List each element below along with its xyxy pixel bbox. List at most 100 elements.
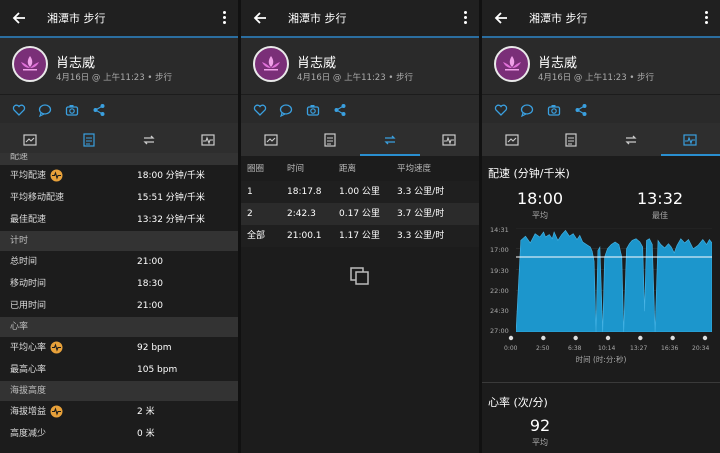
x-axis-dots [508,335,708,341]
overflow-menu-icon[interactable] [705,11,708,26]
charts-icon [683,133,697,146]
pace-chart[interactable] [516,228,712,332]
x-axis-dot [573,335,578,341]
row-label: 最高心率 [10,365,47,375]
heart-icon[interactable] [12,102,26,116]
x-axis-dot [541,335,546,341]
x-axis-dot [638,335,643,341]
overflow-menu-icon[interactable] [464,11,467,26]
heart-icon[interactable] [494,102,508,116]
col-header: 圈圈 [247,164,265,174]
top-bar: 湘潭市 步行 [482,0,720,38]
tab-stats[interactable] [542,123,602,156]
laps-panel: 湘潭市 步行 肖志威 4月16日 @ 上午11:23 • 步行 圈圈 时间 距离… [241,0,479,453]
row-value: 15:51 分钟/千米 [137,193,205,203]
y-tick: 19:30 [490,267,509,275]
x-axis-dot [508,335,514,341]
x-tick: 20:34 [692,345,710,352]
user-name: 肖志威 [56,56,96,71]
tab-charts[interactable] [420,123,480,156]
heart-icon[interactable] [253,102,267,116]
best-pace-label: 最佳 [652,211,668,220]
comment-icon[interactable] [279,102,293,118]
pace-area-series [516,229,712,332]
rotate-screen-icon[interactable] [349,266,371,286]
row-value: 18:00 分钟/千米 [137,171,205,181]
tab-charts[interactable] [660,123,720,156]
row-label: 移动时间 [10,279,47,289]
tab-stats[interactable] [59,123,120,156]
hr-section-header: 心率 [0,317,238,337]
overflow-menu-icon[interactable] [223,11,226,26]
camera-icon[interactable] [65,102,79,116]
col-header: 时间 [287,164,305,174]
comment-icon[interactable] [38,102,52,118]
cell: 21:00.1 [287,231,322,241]
elapsed-time-row: 已用时间 21:00 [0,295,238,317]
row-value: 0 米 [137,429,155,439]
row-value: 21:00 [137,257,163,267]
avg-pace-label: 平均 [532,211,548,220]
activity-title: 湘潭市 步行 [47,12,106,25]
cell: 3.3 公里/时 [397,187,445,197]
avatar[interactable] [12,46,48,82]
pace-chart-title: 配速 (分钟/千米) [488,167,570,180]
tab-overview[interactable] [482,123,542,156]
table-row[interactable]: 全部 21:00.1 1.17 公里 3.3 公里/时 [241,225,479,247]
x-axis-label: 时间 (时:分:秒) [575,355,627,364]
row-label: 最佳配速 [10,215,47,225]
moving-time-row: 移动时间 18:30 [0,273,238,295]
x-tick: 13:27 [630,345,648,352]
camera-icon[interactable] [547,102,561,116]
pulse-icon [50,405,63,418]
elev-gain-row: 海拔增益 2 米 [0,401,238,423]
share-icon[interactable] [574,102,588,116]
activity-meta: 4月16日 @ 上午11:23 • 步行 [56,73,173,83]
back-arrow-icon[interactable] [12,11,26,25]
overview-icon [23,133,37,146]
back-arrow-icon[interactable] [253,11,267,25]
tab-laps[interactable] [119,123,179,156]
total-time-row: 总时间 21:00 [0,251,238,273]
back-arrow-icon[interactable] [494,11,508,25]
table-row[interactable]: 2 2:42.3 0.17 公里 3.7 公里/时 [241,203,479,225]
tab-laps[interactable] [601,123,661,156]
lotus-icon [21,56,39,71]
pulse-icon [50,341,63,354]
comment-icon[interactable] [520,102,534,118]
tab-overview[interactable] [241,123,301,156]
row-value: 18:30 [137,279,163,289]
avatar[interactable] [494,46,530,82]
table-row[interactable]: 1 18:17.8 1.00 公里 3.3 公里/时 [241,181,479,203]
y-tick: 22:00 [490,287,509,295]
tab-charts[interactable] [179,123,239,156]
avg-hr-big: 92 [529,416,551,435]
pace-section-header: 配速 [0,153,238,165]
activity-meta: 4月16日 @ 上午11:23 • 步行 [297,73,414,83]
avg-moving-pace-row: 平均移动配速 15:51 分钟/千米 [0,187,238,209]
action-bar [241,94,479,123]
row-label: 已用时间 [10,301,47,311]
share-icon[interactable] [92,102,106,116]
tab-bar [482,123,720,156]
action-bar [0,94,238,123]
tab-stats[interactable] [301,123,361,156]
tab-overview[interactable] [0,123,60,156]
activity-title: 湘潭市 步行 [288,12,347,25]
row-value: 13:32 分钟/千米 [137,215,205,225]
avg-pace-big: 18:00 [516,189,564,208]
summary-panel: 湘潭市 步行 肖志威 4月16日 @ 上午11:23 • 步行 配速 平均配速 1… [0,0,238,453]
tab-laps[interactable] [360,123,420,156]
avatar[interactable] [253,46,289,82]
lotus-icon [503,56,521,71]
laps-header-row: 圈圈 时间 距离 平均速度 [241,157,479,181]
cell: 18:17.8 [287,187,322,197]
camera-icon[interactable] [306,102,320,116]
stats-icon [83,132,95,147]
share-icon[interactable] [333,102,347,116]
profile-header: 肖志威 4月16日 @ 上午11:23 • 步行 [0,38,238,94]
charts-panel: 湘潭市 步行 肖志威 4月16日 @ 上午11:23 • 步行 配速 (分钟/千… [482,0,720,453]
cell: 3.3 公里/时 [397,231,445,241]
row-label: 高度减少 [10,429,47,439]
profile-header: 肖志威 4月16日 @ 上午11:23 • 步行 [241,38,479,94]
